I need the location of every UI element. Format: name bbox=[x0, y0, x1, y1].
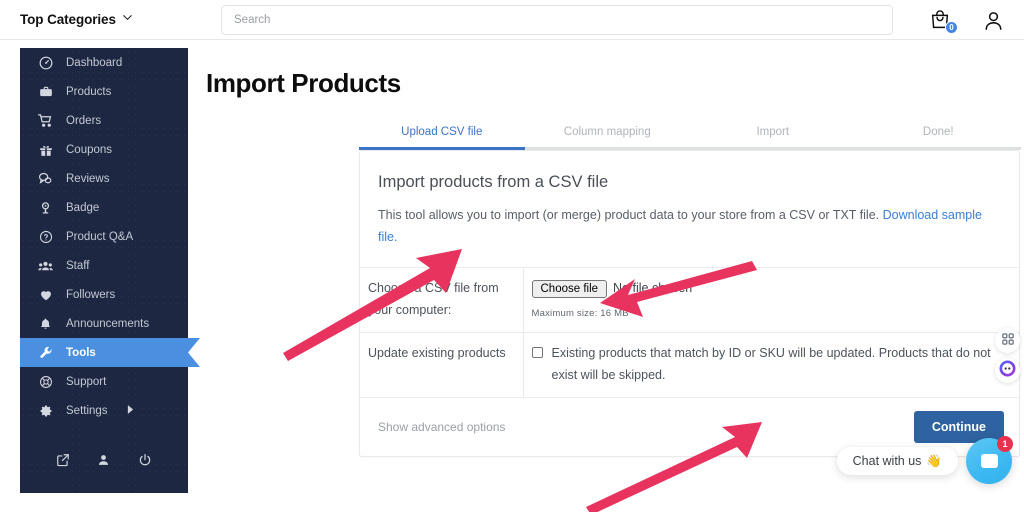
show-advanced-options-link[interactable]: Show advanced options bbox=[378, 420, 505, 434]
top-bar-actions: 0 bbox=[927, 0, 1006, 40]
sidebar-item-tools[interactable]: Tools bbox=[20, 338, 200, 367]
sidebar-item-followers[interactable]: Followers bbox=[20, 280, 188, 309]
import-card-description: This tool allows you to import (or merge… bbox=[378, 205, 1001, 249]
sidebar-item-badge[interactable]: Badge bbox=[20, 193, 188, 222]
sidebar-item-label: Reviews bbox=[66, 172, 110, 185]
users-icon bbox=[38, 259, 53, 273]
sidebar-item-label: Staff bbox=[66, 259, 90, 272]
import-options-table: Choose a CSV file from your computer: Ch… bbox=[360, 267, 1019, 397]
import-card-description-text: This tool allows you to import (or merge… bbox=[378, 208, 883, 222]
stepper-step-column-mapping[interactable]: Column mapping bbox=[525, 126, 691, 147]
sidebar-item-label: Product Q&A bbox=[66, 230, 134, 243]
bot-face-icon bbox=[998, 359, 1017, 383]
user-icon[interactable] bbox=[97, 453, 110, 467]
gear-icon bbox=[38, 404, 53, 418]
chat-bubble-icon bbox=[980, 454, 998, 468]
user-icon[interactable] bbox=[980, 7, 1006, 33]
chat-pill-label: Chat with us bbox=[852, 454, 922, 468]
choose-file-cell: Choose file No file chosen Maximum size:… bbox=[522, 267, 1019, 334]
top-categories-button[interactable]: Top Categories bbox=[20, 12, 132, 27]
chat-unread-badge: 1 bbox=[997, 436, 1013, 452]
external-link-icon[interactable] bbox=[56, 453, 70, 467]
stepper-step-done[interactable]: Done! bbox=[856, 126, 1022, 147]
sidebar-item-label: Tools bbox=[66, 346, 96, 359]
file-status-text: No file chosen bbox=[613, 280, 693, 295]
chevron-right-icon bbox=[127, 404, 134, 417]
wrench-icon bbox=[38, 346, 53, 360]
active-item-notch bbox=[188, 338, 208, 367]
file-picker[interactable]: Choose file No file chosen bbox=[531, 278, 1010, 300]
award-icon bbox=[38, 201, 53, 215]
stepper-step-import[interactable]: Import bbox=[690, 126, 856, 147]
sidebar-item-coupons[interactable]: Coupons bbox=[20, 135, 188, 164]
sidebar-item-label: Orders bbox=[66, 114, 102, 127]
update-existing-label: Update existing products bbox=[360, 332, 524, 397]
briefcase-icon bbox=[38, 85, 53, 99]
shopping-bag-icon[interactable]: 0 bbox=[927, 7, 958, 34]
sidebar-item-support[interactable]: Support bbox=[20, 367, 188, 396]
cart-count-badge: 0 bbox=[945, 21, 958, 34]
sidebar-item-orders[interactable]: Orders bbox=[20, 106, 188, 135]
sidebar-item-products[interactable]: Products bbox=[20, 77, 188, 106]
sidebar: Dashboard Products Orders Coupons Review bbox=[20, 48, 200, 493]
sidebar-item-announcements[interactable]: Announcements bbox=[20, 309, 188, 338]
sidebar-item-dashboard[interactable]: Dashboard bbox=[20, 48, 188, 77]
power-icon[interactable] bbox=[138, 453, 152, 467]
update-existing-description: Existing products that match by ID or SK… bbox=[551, 346, 991, 383]
top-categories-label: Top Categories bbox=[20, 12, 116, 27]
chat-with-us-pill[interactable]: Chat with us 👋 bbox=[836, 447, 958, 475]
page-title: Import Products bbox=[206, 68, 401, 98]
sidebar-item-label: Announcements bbox=[66, 317, 150, 330]
top-bar: Top Categories 0 bbox=[0, 0, 1024, 40]
choose-file-button[interactable]: Choose file bbox=[531, 279, 608, 298]
grid-apps-icon bbox=[1001, 332, 1014, 350]
update-existing-option: Existing products that match by ID or SK… bbox=[531, 343, 1010, 387]
speedometer-icon bbox=[38, 56, 53, 70]
waving-hand-icon: 👋 bbox=[926, 453, 942, 468]
chat-bubbles-icon bbox=[38, 171, 53, 186]
sidebar-item-label: Settings bbox=[66, 404, 108, 417]
sidebar-item-product-qa[interactable]: Product Q&A bbox=[20, 222, 188, 251]
sidebar-item-label: Followers bbox=[66, 288, 116, 301]
sidebar-item-label: Coupons bbox=[66, 143, 113, 156]
chevron-down-icon bbox=[123, 13, 132, 22]
question-mark-circle-icon bbox=[38, 230, 53, 244]
lifebuoy-icon bbox=[38, 375, 53, 389]
table-row: Update existing products Existing produc… bbox=[360, 332, 1019, 397]
max-file-size-hint: Maximum size: 16 MB bbox=[531, 307, 629, 319]
sidebar-item-reviews[interactable]: Reviews bbox=[20, 164, 188, 193]
assistant-bot-button[interactable] bbox=[995, 358, 1020, 383]
bell-icon bbox=[38, 317, 53, 331]
sidebar-item-label: Products bbox=[66, 85, 112, 98]
search-box[interactable] bbox=[221, 5, 893, 35]
update-existing-checkbox[interactable] bbox=[531, 347, 543, 359]
heart-icon bbox=[38, 288, 53, 302]
update-existing-cell: Existing products that match by ID or SK… bbox=[522, 332, 1019, 397]
import-card-header: Import products from a CSV file This too… bbox=[360, 151, 1019, 268]
stepper-labels: Upload CSV file Column mapping Import Do… bbox=[359, 126, 1021, 147]
search-input[interactable] bbox=[221, 5, 893, 35]
sidebar-item-staff[interactable]: Staff bbox=[20, 251, 188, 280]
gift-icon bbox=[38, 143, 53, 157]
choose-file-label: Choose a CSV file from your computer: bbox=[360, 267, 524, 334]
sidebar-item-label: Badge bbox=[66, 201, 100, 214]
main-content: Import Products Upload CSV file Column m… bbox=[188, 40, 1024, 512]
sidebar-item-settings[interactable]: Settings bbox=[20, 396, 188, 425]
import-stepper: Upload CSV file Column mapping Import Do… bbox=[359, 126, 1021, 155]
chat-launcher-button[interactable]: 1 bbox=[966, 436, 1013, 484]
sidebar-item-label: Dashboard bbox=[66, 56, 123, 69]
shopping-cart-icon bbox=[38, 113, 53, 128]
sidebar-footer bbox=[20, 453, 188, 467]
stepper-step-upload-csv-file[interactable]: Upload CSV file bbox=[359, 126, 525, 147]
import-card: Import products from a CSV file This too… bbox=[359, 150, 1020, 457]
import-card-title: Import products from a CSV file bbox=[378, 173, 609, 191]
table-row: Choose a CSV file from your computer: Ch… bbox=[360, 267, 1019, 334]
app-root: Top Categories 0 bbox=[0, 0, 1024, 512]
sidebar-item-label: Support bbox=[66, 375, 107, 388]
apps-grid-button[interactable] bbox=[995, 328, 1020, 353]
